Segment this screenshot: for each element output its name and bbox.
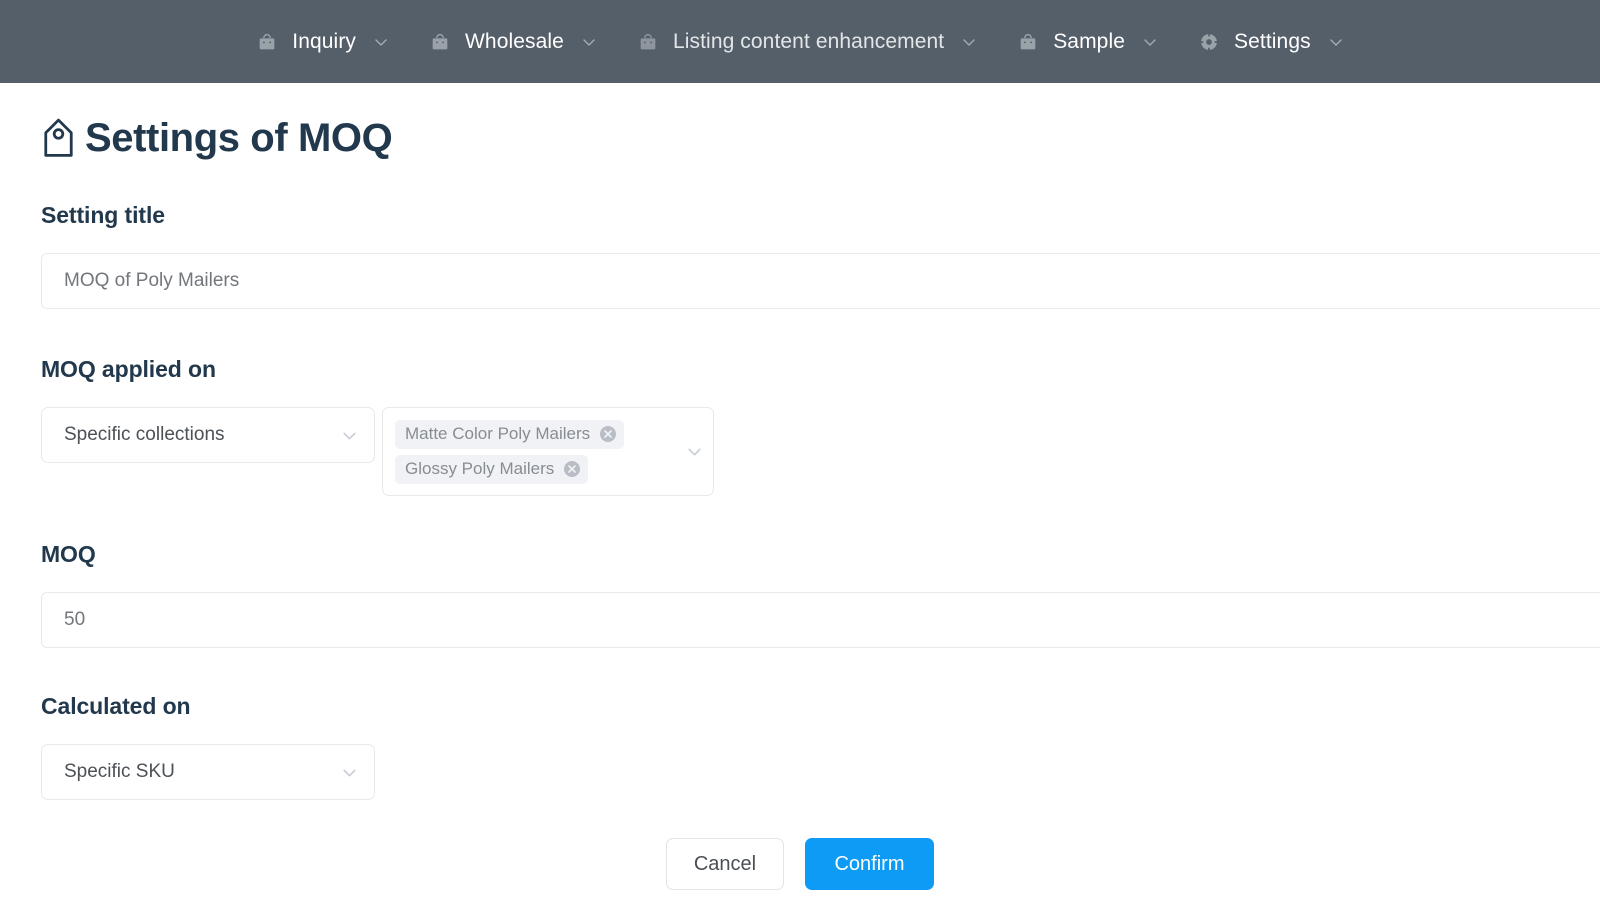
page-title: Settings of MOQ <box>85 118 392 158</box>
chevron-down-icon[interactable] <box>1142 34 1158 50</box>
close-circle-icon[interactable] <box>599 425 617 443</box>
form-actions: Cancel Confirm <box>41 838 1600 890</box>
collection-chip-label: Glossy Poly Mailers <box>405 459 554 479</box>
nav-item-listing-content-enhancement[interactable]: Listing content enhancement <box>637 0 977 83</box>
section-moq-applied-on: MOQ applied on Specific collections Matt… <box>41 356 1600 496</box>
collection-chip[interactable]: Glossy Poly Mailers <box>395 455 588 484</box>
nav-item-label: Wholesale <box>465 30 564 54</box>
moq-scope-select-value: Specific collections <box>64 424 341 446</box>
nav-item-label: Settings <box>1234 30 1311 54</box>
calculated-on-label: Calculated on <box>41 693 1600 720</box>
moq-label: MOQ <box>41 541 1600 568</box>
nav-item-settings[interactable]: Settings <box>1198 0 1344 83</box>
shopping-bag-icon <box>1017 30 1039 54</box>
section-calculated-on: Calculated on Specific SKU <box>41 693 1600 800</box>
chevron-down-icon[interactable] <box>581 34 597 50</box>
moq-input[interactable]: 50 <box>41 592 1600 648</box>
section-setting-title: Setting title MOQ of Poly Mailers <box>41 202 1600 309</box>
shopping-bag-icon <box>256 30 278 54</box>
nav-item-wholesale[interactable]: Wholesale <box>429 0 597 83</box>
cancel-button[interactable]: Cancel <box>666 838 784 890</box>
page-content: Settings of MOQ Setting title MOQ of Pol… <box>0 116 1600 890</box>
chevron-down-icon[interactable] <box>341 427 358 444</box>
moq-input-value: 50 <box>64 609 85 631</box>
moq-applied-on-row: Specific collections Matte Color Poly Ma… <box>41 407 1600 496</box>
setting-title-input-value: MOQ of Poly Mailers <box>64 270 239 292</box>
close-circle-icon[interactable] <box>563 460 581 478</box>
confirm-button[interactable]: Confirm <box>805 838 934 890</box>
collections-chip-list: Matte Color Poly Mailers Glossy Poly Mai… <box>395 420 680 484</box>
collection-chip[interactable]: Matte Color Poly Mailers <box>395 420 624 449</box>
nav-item-sample[interactable]: Sample <box>1017 0 1158 83</box>
shopping-bag-icon <box>637 30 659 54</box>
calculated-on-row: Specific SKU <box>41 744 1600 800</box>
section-moq: MOQ 50 <box>41 541 1600 648</box>
chevron-down-icon[interactable] <box>686 443 703 460</box>
calculated-on-select-value: Specific SKU <box>64 761 341 783</box>
setting-title-input[interactable]: MOQ of Poly Mailers <box>41 253 1600 309</box>
chevron-down-icon[interactable] <box>341 764 358 781</box>
calculated-on-select[interactable]: Specific SKU <box>41 744 375 800</box>
page-title-row: Settings of MOQ <box>41 116 1600 160</box>
collections-multiselect[interactable]: Matte Color Poly Mailers Glossy Poly Mai… <box>382 407 714 496</box>
nav-item-label: Inquiry <box>292 30 356 54</box>
nav-item-label: Listing content enhancement <box>673 30 944 54</box>
nav-item-inquiry[interactable]: Inquiry <box>256 0 389 83</box>
settings-target-icon <box>1198 30 1220 54</box>
collection-chip-label: Matte Color Poly Mailers <box>405 424 590 444</box>
chevron-down-icon[interactable] <box>373 34 389 50</box>
chevron-down-icon[interactable] <box>961 34 977 50</box>
tag-icon <box>41 116 76 160</box>
nav-item-label: Sample <box>1053 30 1125 54</box>
top-navigation-bar: Inquiry Wholesale <box>0 0 1600 83</box>
moq-scope-select[interactable]: Specific collections <box>41 407 375 463</box>
setting-title-label: Setting title <box>41 202 1600 229</box>
shopping-bag-icon <box>429 30 451 54</box>
moq-applied-on-label: MOQ applied on <box>41 356 1600 383</box>
chevron-down-icon[interactable] <box>1328 34 1344 50</box>
